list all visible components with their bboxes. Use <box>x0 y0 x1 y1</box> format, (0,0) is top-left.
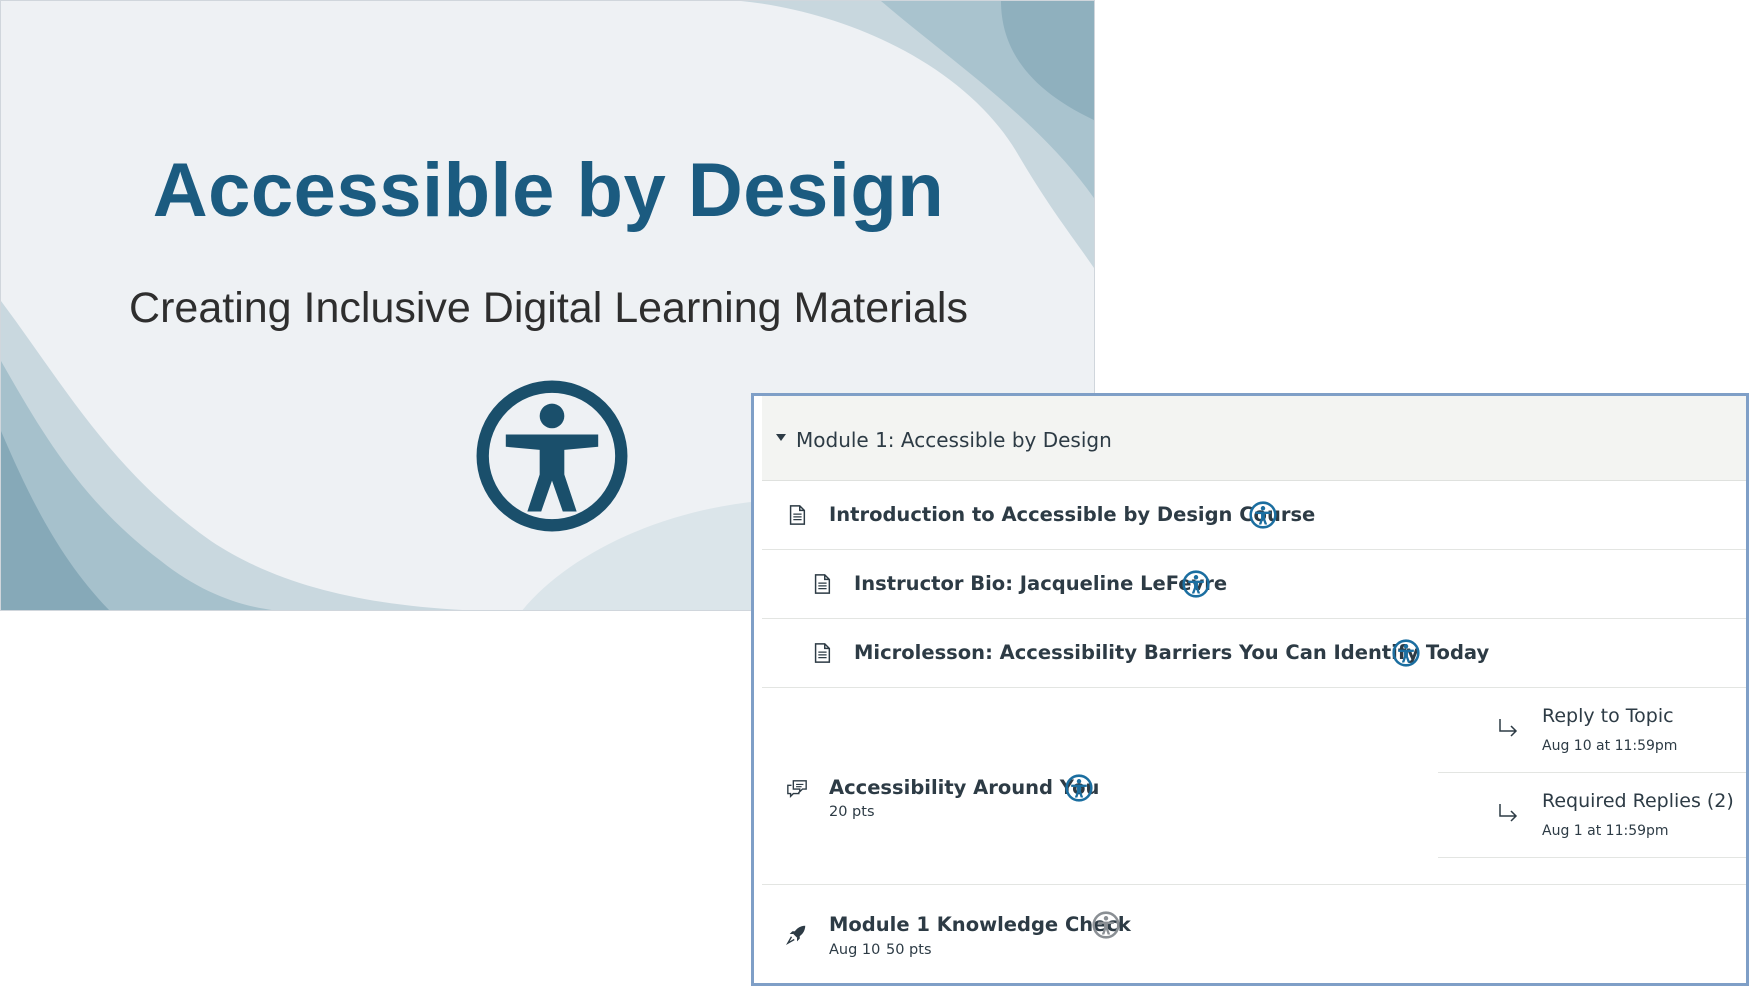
caret-down-icon[interactable] <box>776 434 786 441</box>
item-points: 50 pts <box>886 942 932 958</box>
module-panel: Module 1: Accessible by Design Introduct… <box>751 393 1749 986</box>
module-title[interactable]: Module 1: Accessible by Design <box>796 428 1112 452</box>
slide-subtitle: Creating Inclusive Digital Learning Mate… <box>129 284 968 332</box>
accessibility-icon <box>1182 570 1210 598</box>
page-icon <box>789 505 806 525</box>
item-title[interactable]: Module 1 Knowledge Check <box>829 913 1131 936</box>
discussion-icon <box>787 780 807 798</box>
module-item-discussion[interactable]: Accessibility Around You 20 pts Reply to… <box>762 688 1746 885</box>
item-title[interactable]: Introduction to Accessible by Design Cou… <box>829 503 1315 526</box>
requirements-list: Reply to Topic Aug 10 at 11:59pm Require… <box>1438 688 1746 883</box>
requirement-due: Aug 1 at 11:59pm <box>1542 823 1669 839</box>
requirement-title: Reply to Topic <box>1542 705 1674 727</box>
module-item-microlesson[interactable]: Microlesson: Accessibility Barriers You … <box>762 619 1746 688</box>
requirement-title: Required Replies (2) <box>1542 790 1734 812</box>
item-title[interactable]: Instructor Bio: Jacqueline LeFevre <box>854 572 1227 595</box>
slide-title: Accessible by Design <box>152 148 945 233</box>
module-header[interactable]: Module 1: Accessible by Design <box>762 396 1746 481</box>
requirement-item: Required Replies (2) Aug 1 at 11:59pm <box>1438 773 1746 858</box>
requirement-item: Reply to Topic Aug 10 at 11:59pm <box>1438 688 1746 773</box>
page-icon <box>814 643 831 663</box>
return-arrow-icon <box>1499 804 1518 822</box>
accessibility-icon <box>476 380 628 532</box>
accessibility-icon <box>1249 501 1277 529</box>
requirement-due: Aug 10 at 11:59pm <box>1542 738 1678 754</box>
accessibility-icon-gray <box>1092 911 1120 939</box>
module-item-quiz[interactable]: Module 1 Knowledge Check Aug 10 50 pts <box>762 885 1746 983</box>
module-item-intro[interactable]: Introduction to Accessible by Design Cou… <box>762 481 1746 550</box>
return-arrow-icon <box>1499 719 1518 737</box>
item-title[interactable]: Accessibility Around You <box>829 776 1099 799</box>
item-due-date: Aug 10 <box>829 942 881 958</box>
item-points: 20 pts <box>829 804 875 820</box>
accessibility-icon <box>1392 639 1420 667</box>
accessibility-icon <box>1065 774 1093 802</box>
quiz-rocket-icon <box>786 925 806 945</box>
page-icon <box>814 574 831 594</box>
module-item-instructor-bio[interactable]: Instructor Bio: Jacqueline LeFevre <box>762 550 1746 619</box>
